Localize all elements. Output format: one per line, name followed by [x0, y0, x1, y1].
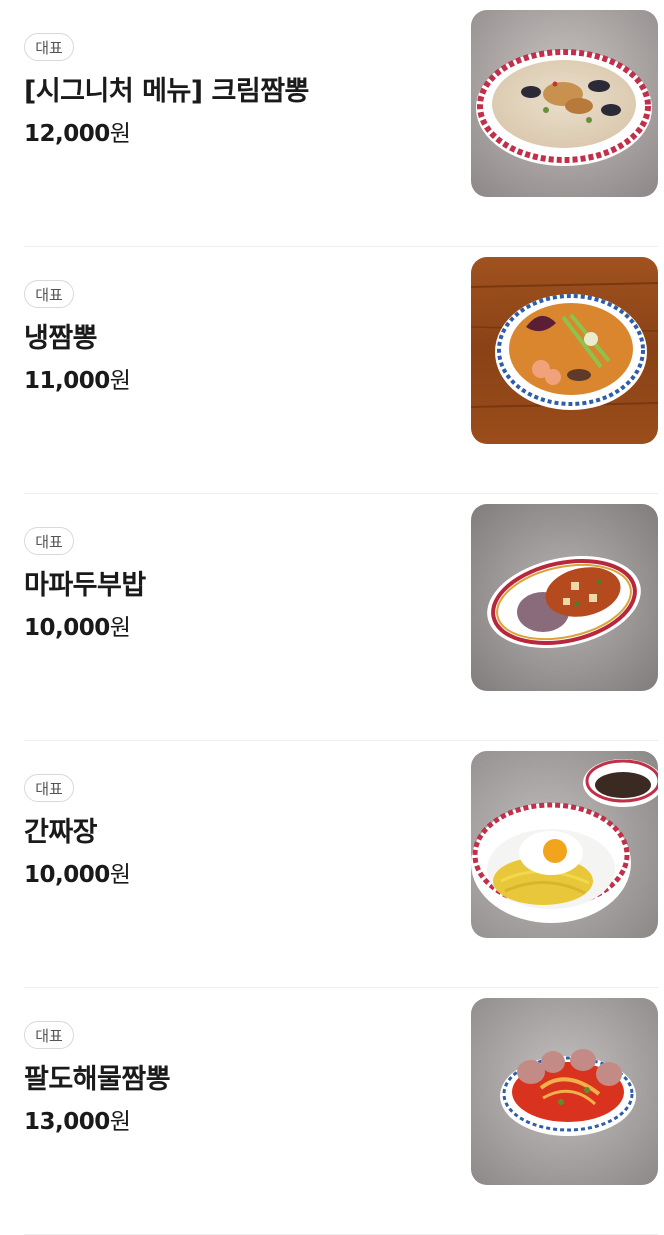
menu-item[interactable]: 대표 마파두부밥 10,000원 — [24, 494, 658, 741]
menu-item[interactable]: 대표 냉짬뽕 11,000원 — [24, 247, 658, 494]
price-amount: 12,000 — [24, 121, 110, 147]
cream-jjamppong-photo[interactable] — [471, 10, 658, 197]
menu-item[interactable]: 대표 [시그니처 메뉴] 크림짬뽕 12,000원 — [24, 0, 658, 247]
menu-item-price: 12,000원 — [24, 118, 131, 150]
menu-item-price: 10,000원 — [24, 612, 131, 644]
representative-badge: 대표 — [24, 1021, 74, 1049]
menu-item-name: 팔도해물짬뽕 — [24, 1064, 171, 1095]
representative-badge: 대표 — [24, 527, 74, 555]
ganjjajang-photo[interactable] — [471, 751, 658, 938]
menu-item-info: 대표 냉짬뽕 11,000원 — [24, 247, 454, 493]
representative-badge: 대표 — [24, 33, 74, 61]
price-currency: 원 — [109, 615, 131, 641]
menu-item-name: 마파두부밥 — [24, 570, 146, 601]
menu-item-name: [시그니처 메뉴] 크림짬뽕 — [24, 76, 309, 107]
price-amount: 11,000 — [24, 368, 110, 394]
menu-list: 대표 [시그니처 메뉴] 크림짬뽕 12,000원 대표 냉짬뽕 11,000원… — [0, 0, 664, 1235]
menu-item-price: 10,000원 — [24, 859, 131, 891]
cold-jjamppong-photo[interactable] — [471, 257, 658, 444]
menu-item-name: 간짜장 — [24, 817, 98, 848]
menu-item[interactable]: 대표 팔도해물짬뽕 13,000원 — [24, 988, 658, 1235]
menu-item[interactable]: 대표 간짜장 10,000원 — [24, 741, 658, 988]
price-amount: 10,000 — [24, 615, 110, 641]
menu-item-info: 대표 [시그니처 메뉴] 크림짬뽕 12,000원 — [24, 0, 454, 246]
menu-item-info: 대표 마파두부밥 10,000원 — [24, 494, 454, 740]
menu-item-info: 대표 팔도해물짬뽕 13,000원 — [24, 988, 454, 1234]
representative-badge: 대표 — [24, 280, 74, 308]
menu-item-name: 냉짬뽕 — [24, 323, 98, 354]
mapo-tofu-rice-photo[interactable] — [471, 504, 658, 691]
price-amount: 13,000 — [24, 1109, 110, 1135]
menu-item-info: 대표 간짜장 10,000원 — [24, 741, 454, 987]
representative-badge: 대표 — [24, 774, 74, 802]
price-currency: 원 — [109, 368, 131, 394]
menu-item-price: 11,000원 — [24, 365, 131, 397]
price-currency: 원 — [109, 121, 131, 147]
price-currency: 원 — [109, 862, 131, 888]
menu-item-price: 13,000원 — [24, 1106, 131, 1138]
price-amount: 10,000 — [24, 862, 110, 888]
seafood-jjamppong-photo[interactable] — [471, 998, 658, 1185]
price-currency: 원 — [109, 1109, 131, 1135]
